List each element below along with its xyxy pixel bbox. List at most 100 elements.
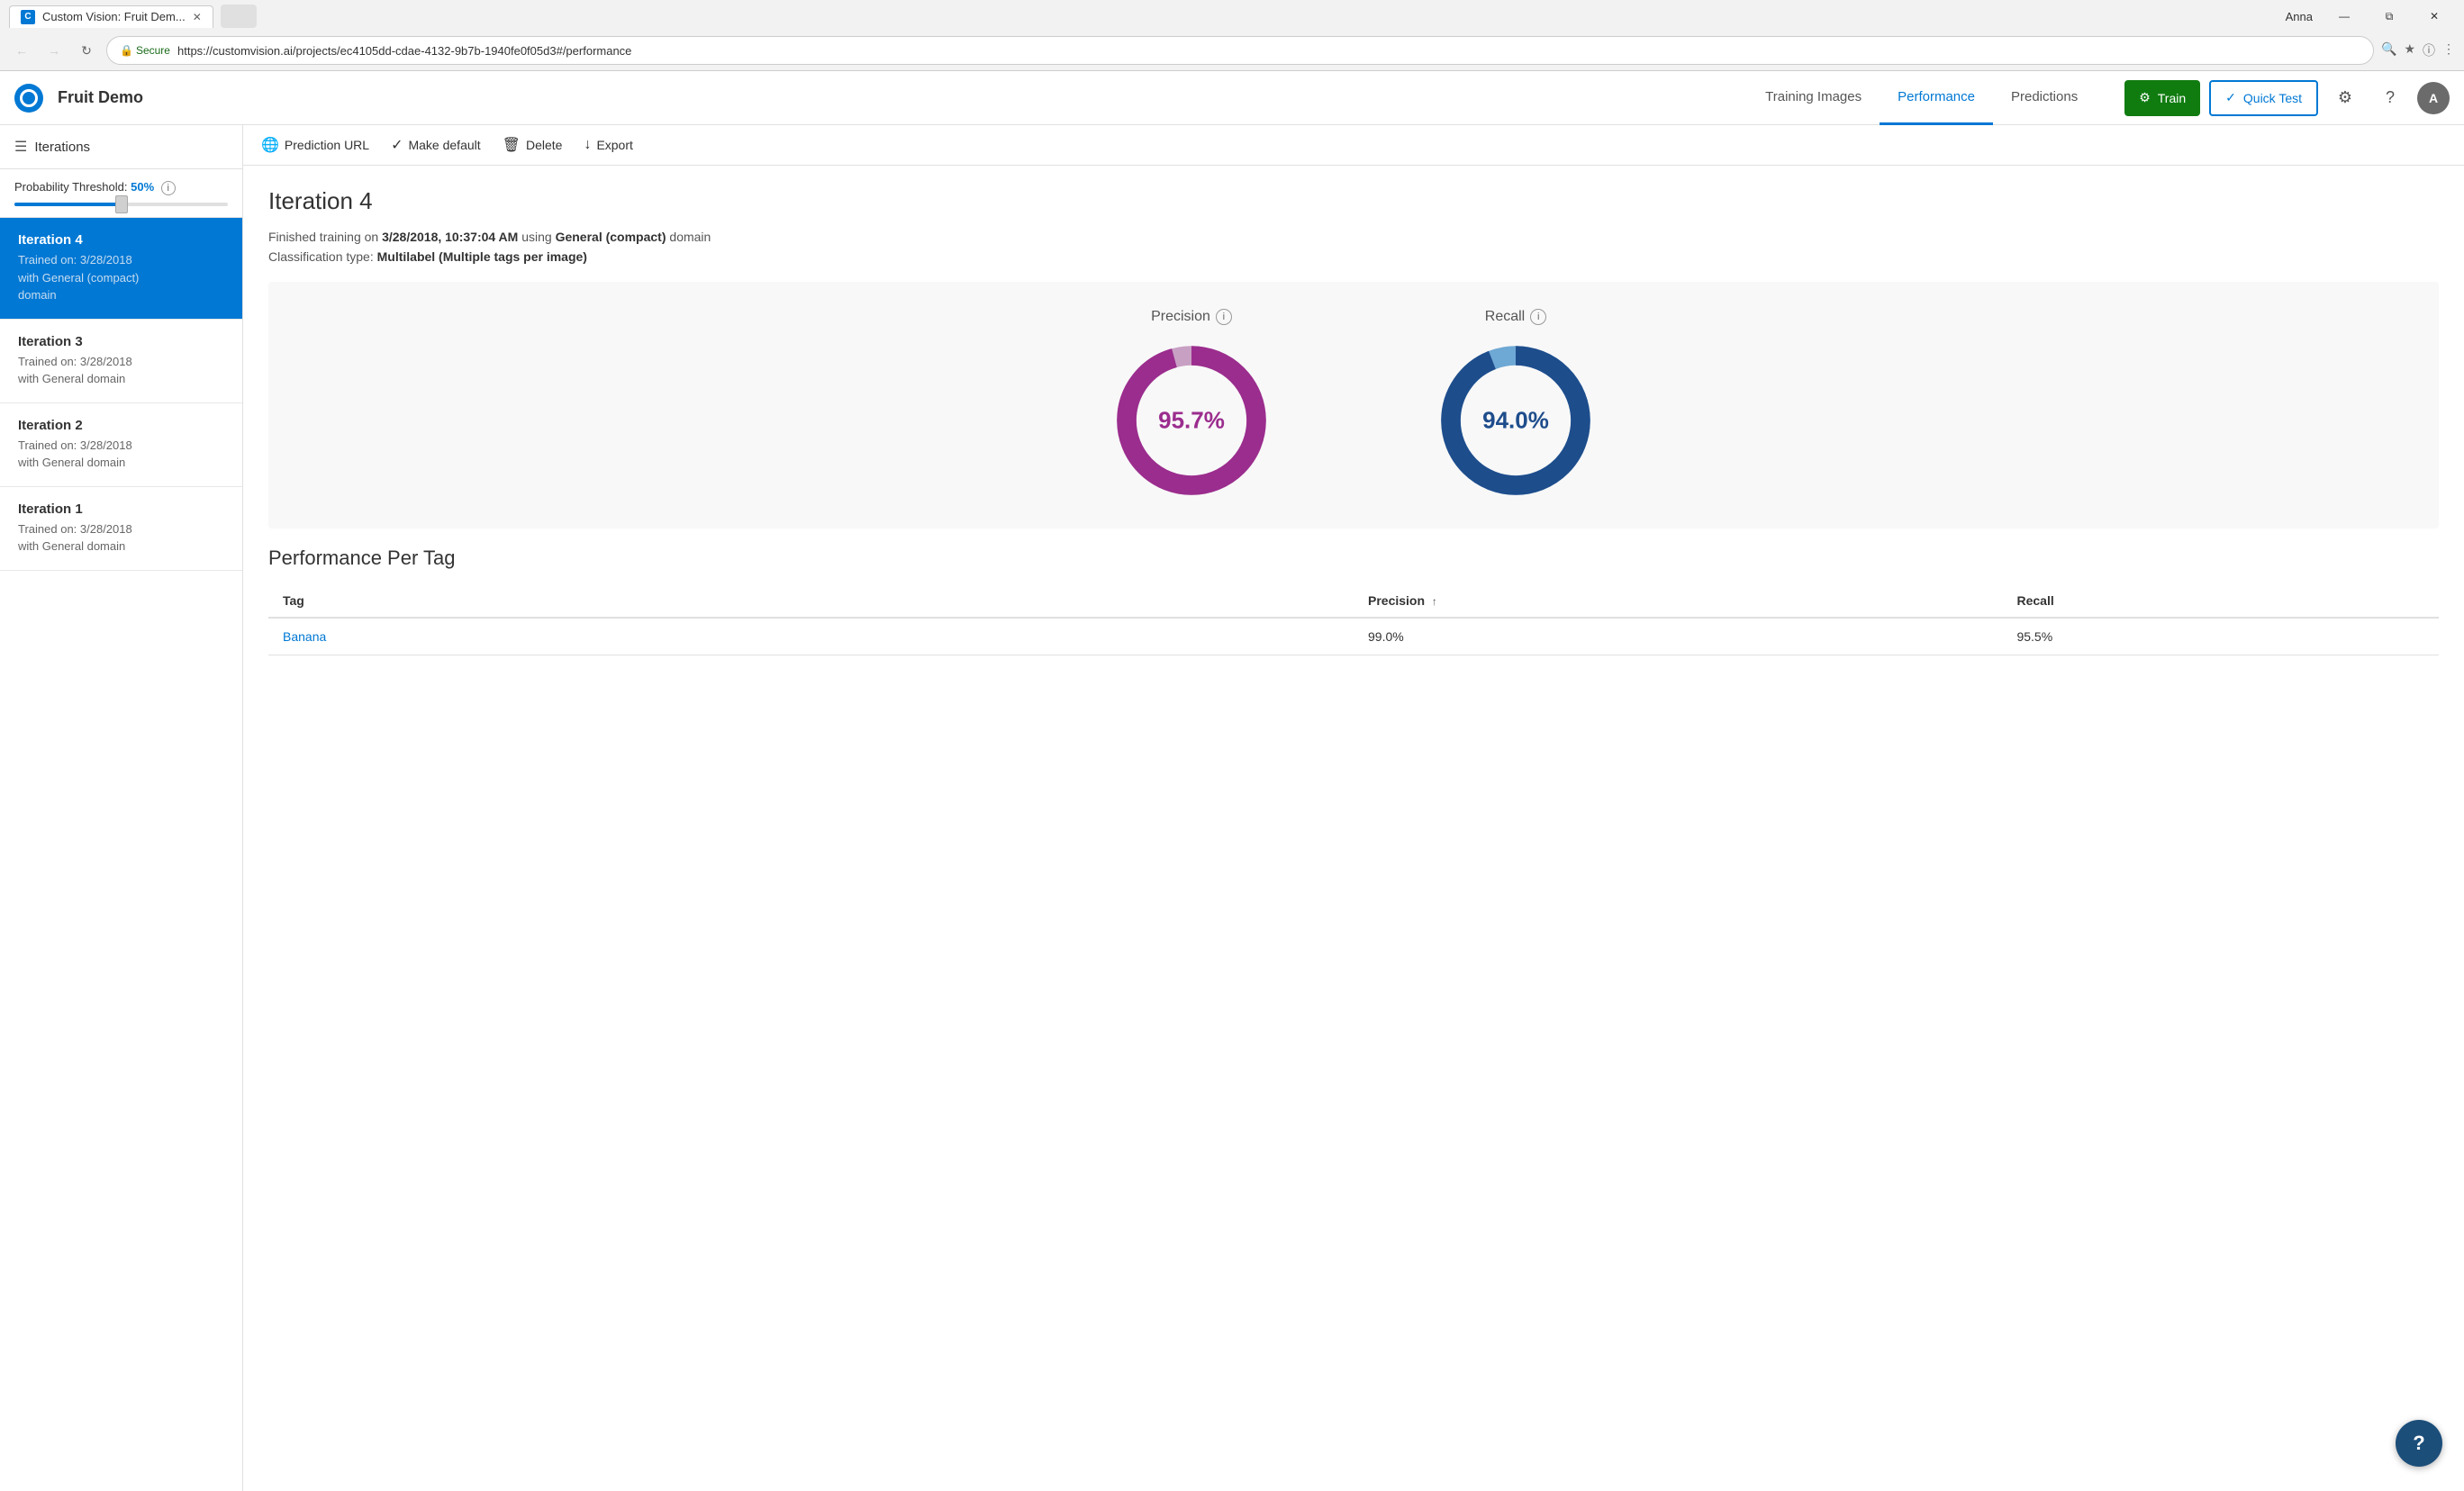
sidebar: ☰ Iterations Probability Threshold: 50% … — [0, 125, 243, 1491]
content-toolbar: 🌐 Prediction URL ✓ Make default 🗑 Delete… — [243, 125, 2464, 166]
training-info: Finished training on 3/28/2018, 10:37:04… — [268, 230, 2439, 244]
back-button[interactable]: ← — [9, 38, 34, 63]
address-bar[interactable]: 🔒 Secure https://customvision.ai/project… — [106, 36, 2374, 65]
search-icon[interactable]: 🔍 — [2381, 41, 2396, 59]
main-layout: ☰ Iterations Probability Threshold: 50% … — [0, 125, 2464, 1491]
delete-button[interactable]: 🗑 Delete — [503, 136, 563, 154]
probability-threshold-section: Probability Threshold: 50% i — [0, 169, 242, 218]
perf-per-tag-title: Performance Per Tag — [268, 547, 2439, 570]
slider-thumb[interactable] — [115, 195, 128, 213]
menu-icon[interactable]: ⋮ — [2442, 41, 2455, 59]
nav-predictions[interactable]: Predictions — [1993, 71, 2096, 125]
iteration-item-4[interactable]: Iteration 4 Trained on: 3/28/2018with Ge… — [0, 218, 242, 320]
recall-info-icon[interactable]: i — [1530, 309, 1546, 325]
content-area: 🌐 Prediction URL ✓ Make default 🗑 Delete… — [243, 125, 2464, 1491]
checkmark-default-icon: ✓ — [391, 136, 403, 154]
tab-favicon: C — [21, 10, 35, 24]
banana-precision: 99.0% — [1354, 618, 2002, 655]
recall-chart-container: Recall i 94.0% — [1372, 309, 1660, 502]
banana-link[interactable]: Banana — [283, 629, 326, 644]
col-recall: Recall — [2002, 584, 2439, 618]
iteration-1-title: Iteration 1 — [18, 502, 224, 517]
close-button[interactable]: ✕ — [2414, 3, 2455, 30]
content-body: Iteration 4 Finished training on 3/28/20… — [243, 166, 2464, 677]
restore-button[interactable]: ⧉ — [2369, 3, 2410, 30]
classification-info: Classification type: Multilabel (Multipl… — [268, 249, 2439, 264]
bookmark-icon[interactable]: ★ — [2404, 41, 2415, 59]
iteration-4-subtitle: Trained on: 3/28/2018with General (compa… — [18, 251, 224, 304]
tag-banana: Banana — [268, 618, 1354, 655]
iterations-icon: ☰ — [14, 138, 27, 156]
browser-titlebar: C Custom Vision: Fruit Dem... ✕ Anna — ⧉… — [0, 0, 2464, 32]
probability-slider-container — [14, 203, 228, 206]
precision-info-icon[interactable]: i — [1216, 309, 1232, 325]
iteration-item-3[interactable]: Iteration 3 Trained on: 3/28/2018with Ge… — [0, 320, 242, 403]
banana-recall: 95.5% — [2002, 618, 2439, 655]
gear-icon: ⚙ — [2139, 90, 2151, 105]
iteration-3-subtitle: Trained on: 3/28/2018with General domain — [18, 353, 224, 388]
checkmark-icon: ✓ — [2225, 90, 2236, 105]
col-precision: Precision ↑ — [1354, 584, 2002, 618]
quicktest-button[interactable]: ✓ Quick Test — [2209, 80, 2318, 116]
prediction-url-label: Prediction URL — [285, 138, 369, 152]
table-body: Banana 99.0% 95.5% — [268, 618, 2439, 655]
browser-addressbar: ← → ↻ 🔒 Secure https://customvision.ai/p… — [0, 32, 2464, 70]
url-text[interactable]: https://customvision.ai/projects/ec4105d… — [177, 44, 2360, 58]
table-header: Tag Precision ↑ Recall — [268, 584, 2439, 618]
precision-label: Precision i — [1151, 309, 1232, 325]
info-icon[interactable]: ⓘ — [2423, 41, 2435, 59]
tab-close-btn[interactable]: ✕ — [193, 11, 202, 23]
recall-label: Recall i — [1485, 309, 1546, 325]
iteration-item-2[interactable]: Iteration 2 Trained on: 3/28/2018with Ge… — [0, 403, 242, 487]
export-icon: ↓ — [584, 137, 591, 153]
help-header-button[interactable]: ? — [2372, 80, 2408, 116]
train-button[interactable]: ⚙ Train — [2124, 80, 2200, 116]
sidebar-title: Iterations — [34, 140, 90, 155]
app-logo-inner — [20, 89, 38, 107]
browser-chrome: C Custom Vision: Fruit Dem... ✕ Anna — ⧉… — [0, 0, 2464, 71]
sort-precision-icon[interactable]: ↑ — [1432, 595, 1437, 608]
header-actions: ⚙ Train ✓ Quick Test ⚙ ? A — [2124, 80, 2450, 116]
slider-fill — [14, 203, 122, 206]
export-button[interactable]: ↓ Export — [584, 137, 632, 153]
prediction-url-button[interactable]: 🌐 Prediction URL — [261, 136, 369, 154]
nav-training-images[interactable]: Training Images — [1747, 71, 1880, 125]
col-tag: Tag — [268, 584, 1354, 618]
delete-label: Delete — [526, 138, 562, 152]
performance-table: Tag Precision ↑ Recall Banana 99.0% — [268, 584, 2439, 655]
app-title: Fruit Demo — [58, 88, 143, 107]
precision-value: 95.7% — [1158, 407, 1225, 435]
quicktest-button-label: Quick Test — [2243, 91, 2302, 105]
table-row: Banana 99.0% 95.5% — [268, 618, 2439, 655]
window-controls: Anna — ⧉ ✕ — [2286, 3, 2455, 30]
browser-toolbar-icons: 🔍 ★ ⓘ ⋮ — [2381, 41, 2455, 59]
slider-track — [14, 203, 228, 206]
recall-value: 94.0% — [1482, 407, 1549, 435]
precision-chart-container: Precision i 95.7% — [1047, 309, 1336, 502]
app-logo — [14, 84, 43, 113]
nav-performance[interactable]: Performance — [1880, 71, 1993, 125]
trash-icon: 🗑 — [503, 136, 521, 154]
help-button[interactable]: ? — [2396, 1420, 2442, 1467]
train-button-label: Train — [2158, 91, 2186, 105]
sidebar-header: ☰ Iterations — [0, 125, 242, 169]
minimize-button[interactable]: — — [2324, 3, 2365, 30]
sidebar-scroll: Iteration 4 Trained on: 3/28/2018with Ge… — [0, 218, 242, 1491]
refresh-button[interactable]: ↻ — [74, 38, 99, 63]
iteration-item-1[interactable]: Iteration 1 Trained on: 3/28/2018with Ge… — [0, 487, 242, 571]
iteration-4-title: Iteration 4 — [18, 232, 224, 248]
avatar[interactable]: A — [2417, 82, 2450, 114]
settings-button[interactable]: ⚙ — [2327, 80, 2363, 116]
threshold-info-icon[interactable]: i — [161, 181, 176, 195]
new-tab-area — [221, 5, 257, 28]
forward-button[interactable]: → — [41, 38, 67, 63]
globe-icon: 🌐 — [261, 136, 279, 154]
iteration-heading: Iteration 4 — [268, 187, 2439, 215]
browser-tab[interactable]: C Custom Vision: Fruit Dem... ✕ — [9, 5, 213, 28]
iteration-1-subtitle: Trained on: 3/28/2018with General domain — [18, 520, 224, 556]
make-default-button[interactable]: ✓ Make default — [391, 136, 481, 154]
charts-section: Precision i 95.7% — [268, 282, 2439, 529]
prob-threshold-label: Probability Threshold: 50% i — [14, 180, 228, 195]
header-nav: Training Images Performance Predictions — [1747, 71, 2096, 125]
export-label: Export — [596, 138, 632, 152]
